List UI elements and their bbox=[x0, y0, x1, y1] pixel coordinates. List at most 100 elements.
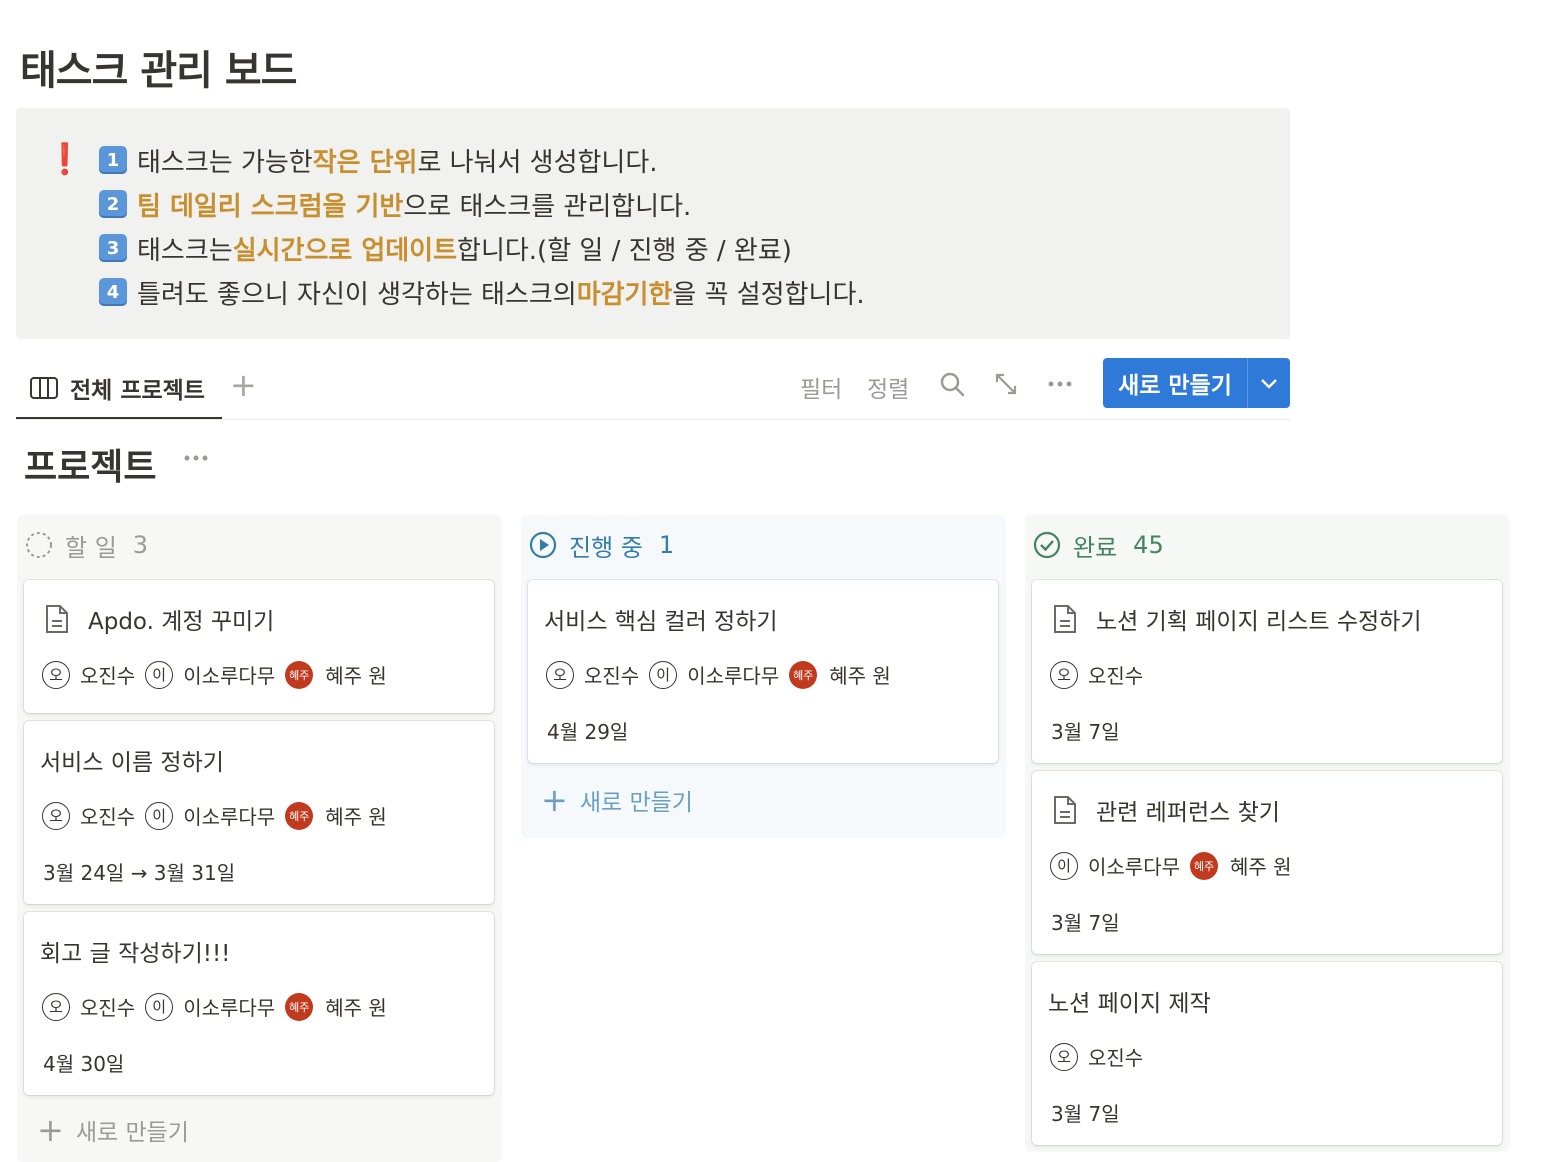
add-card-label: 새로 만들기 bbox=[579, 790, 693, 816]
card-people: 오 오진수 이 이소루다무 혜주 혜주 원 bbox=[42, 992, 397, 1021]
tab-label: 전체 프로젝트 bbox=[70, 377, 205, 404]
card-done-3[interactable]: 노션 페이지 제작 오 오진수 3월 7일 bbox=[1032, 962, 1502, 1145]
card-title: 서비스 핵심 컬러 정하기 bbox=[544, 602, 778, 636]
person: 혜주 혜주 원 bbox=[285, 660, 387, 689]
column-todo: 할 일 3 Apdo. 계정 꾸미기 오 오진수 이 이소루다무 혜주 혜주 원 서비… bbox=[17, 515, 502, 1162]
add-view-button[interactable]: + bbox=[230, 366, 257, 404]
card-title: 노션 페이지 제작 bbox=[1048, 984, 1211, 1018]
person: 오 오진수 bbox=[546, 660, 639, 689]
callout-highlight: 팀 데일리 스크럼을 기반 bbox=[137, 191, 404, 222]
avatar: 오 bbox=[1050, 1042, 1078, 1071]
person-name: 오진수 bbox=[1088, 1046, 1144, 1070]
column-header-in-progress[interactable]: 진행 중 1 bbox=[529, 529, 675, 562]
person: 혜주 혜주 원 bbox=[285, 992, 387, 1021]
filter-button[interactable]: 필터 bbox=[800, 370, 842, 404]
person: 이 이소루다무 bbox=[1050, 851, 1180, 880]
avatar: 혜주 bbox=[285, 660, 314, 689]
card-title: 회고 글 작성하기!!! bbox=[40, 934, 230, 968]
plus-icon: + bbox=[37, 1111, 64, 1149]
card-todo-3[interactable]: 회고 글 작성하기!!! 오 오진수 이 이소루다무 혜주 혜주 원 4월 30일 bbox=[24, 912, 494, 1095]
callout-text: 태스크는 bbox=[137, 235, 233, 266]
plus-icon: + bbox=[541, 781, 568, 819]
person-name: 혜주 원 bbox=[325, 805, 387, 829]
avatar: 혜주 bbox=[789, 660, 818, 689]
tab-all-projects[interactable]: 전체 프로젝트 bbox=[16, 358, 222, 419]
person-name: 이소루다무 bbox=[183, 664, 276, 688]
callout-line-4: 4 틀려도 좋으니 자신이 생각하는 태스크의 마감기한 을 꼭 설정합니다. bbox=[99, 270, 865, 314]
group-more-icon[interactable] bbox=[182, 448, 212, 468]
add-card-button-todo[interactable]: + 새로 만들기 bbox=[37, 1113, 189, 1147]
avatar: 오 bbox=[546, 660, 574, 689]
column-name: 진행 중 bbox=[569, 533, 643, 562]
card-people: 오 오진수 bbox=[1050, 1042, 1153, 1071]
person: 오 오진수 bbox=[42, 660, 135, 689]
avatar: 이 bbox=[649, 660, 678, 689]
card-title-text: 관련 레퍼런스 찾기 bbox=[1096, 800, 1280, 826]
column-count: 1 bbox=[658, 531, 675, 559]
person-name: 이소루다무 bbox=[183, 996, 276, 1020]
callout-text: 태스크는 가능한 bbox=[137, 147, 313, 178]
chevron-down-icon bbox=[1261, 379, 1277, 389]
card-title: 노션 기획 페이지 리스트 수정하기 bbox=[1048, 602, 1421, 636]
dashed-circle-icon bbox=[26, 532, 52, 558]
avatar: 오 bbox=[42, 992, 70, 1021]
column-count: 45 bbox=[1133, 531, 1164, 559]
card-people: 오 오진수 bbox=[1050, 660, 1153, 689]
avatar: 오 bbox=[1050, 660, 1078, 689]
callout-line-3: 3 태스크는 실시간으로 업데이트 합니다.(할 일 / 진행 중 / 완료) bbox=[99, 226, 865, 270]
card-people: 오 오진수 이 이소루다무 혜주 혜주 원 bbox=[42, 660, 397, 689]
person: 오 오진수 bbox=[1050, 660, 1143, 689]
callout-highlight: 작은 단위 bbox=[312, 147, 418, 178]
more-options-icon[interactable] bbox=[1046, 370, 1074, 398]
sort-button[interactable]: 정렬 bbox=[867, 370, 909, 404]
new-button-group: 새로 만들기 bbox=[1103, 358, 1290, 408]
person: 오 오진수 bbox=[42, 801, 135, 830]
person: 혜주 혜주 원 bbox=[285, 801, 387, 830]
keycap-2-icon: 2 bbox=[99, 190, 127, 218]
play-circle-icon bbox=[529, 531, 557, 559]
card-date: 3월 24일 → 3월 31일 bbox=[43, 861, 236, 885]
card-title: 서비스 이름 정하기 bbox=[40, 743, 224, 777]
keycap-1-icon: 1 bbox=[99, 146, 127, 174]
expand-icon[interactable] bbox=[992, 370, 1020, 398]
person: 혜주 혜주 원 bbox=[1190, 851, 1292, 880]
avatar: 혜주 bbox=[285, 801, 314, 830]
add-card-button-in-progress[interactable]: + 새로 만들기 bbox=[541, 783, 693, 817]
callout-highlight: 실시간으로 업데이트 bbox=[232, 235, 458, 266]
card-todo-2[interactable]: 서비스 이름 정하기 오 오진수 이 이소루다무 혜주 혜주 원 3월 24일 → 3… bbox=[24, 721, 494, 904]
search-icon[interactable] bbox=[938, 370, 966, 398]
add-card-label: 새로 만들기 bbox=[75, 1120, 189, 1146]
new-button[interactable]: 새로 만들기 bbox=[1103, 358, 1248, 408]
card-people: 오 오진수 이 이소루다무 혜주 혜주 원 bbox=[546, 660, 901, 689]
card-date: 3월 7일 bbox=[1051, 911, 1120, 935]
card-date: 3월 7일 bbox=[1051, 1102, 1120, 1126]
card-todo-1[interactable]: Apdo. 계정 꾸미기 오 오진수 이 이소루다무 혜주 혜주 원 bbox=[24, 580, 494, 713]
avatar: 이 bbox=[145, 992, 174, 1021]
card-done-1[interactable]: 노션 기획 페이지 리스트 수정하기 오 오진수 3월 7일 bbox=[1032, 580, 1502, 763]
column-done: 완료 45 노션 기획 페이지 리스트 수정하기 오 오진수 3월 7일 관련 레… bbox=[1025, 515, 1510, 1152]
callout-line-1: 1 태스크는 가능한 작은 단위 로 나눠서 생성합니다. bbox=[99, 138, 865, 182]
person: 이 이소루다무 bbox=[649, 660, 779, 689]
card-date: 3월 7일 bbox=[1051, 720, 1120, 744]
callout-text: 로 나눠서 생성합니다. bbox=[417, 147, 658, 178]
new-dropdown-button[interactable] bbox=[1248, 358, 1290, 408]
page-title: 태스크 관리 보드 bbox=[20, 48, 297, 94]
column-header-todo[interactable]: 할 일 3 bbox=[25, 529, 149, 562]
column-count: 3 bbox=[132, 531, 149, 559]
card-title: 관련 레퍼런스 찾기 bbox=[1048, 793, 1280, 827]
card-title-text: 서비스 핵심 컬러 정하기 bbox=[544, 609, 778, 635]
column-header-done[interactable]: 완료 45 bbox=[1033, 529, 1164, 562]
callout-text: 으로 태스크를 관리합니다. bbox=[403, 191, 692, 222]
person: 혜주 혜주 원 bbox=[789, 660, 891, 689]
document-icon bbox=[1054, 605, 1076, 633]
card-people: 이 이소루다무 혜주 혜주 원 bbox=[1050, 851, 1302, 880]
avatar: 혜주 bbox=[1190, 851, 1218, 880]
callout-text: 을 꼭 설정합니다. bbox=[672, 279, 865, 310]
keycap-3-icon: 3 bbox=[99, 234, 127, 262]
avatar: 오 bbox=[42, 660, 70, 689]
card-title-text: 서비스 이름 정하기 bbox=[40, 750, 224, 776]
person: 이 이소루다무 bbox=[145, 660, 275, 689]
card-done-2[interactable]: 관련 레퍼런스 찾기 이 이소루다무 혜주 혜주 원 3월 7일 bbox=[1032, 771, 1502, 954]
person-name: 오진수 bbox=[1088, 664, 1144, 688]
card-progress-1[interactable]: 서비스 핵심 컬러 정하기 오 오진수 이 이소루다무 혜주 혜주 원 4월 29일 bbox=[528, 580, 998, 763]
